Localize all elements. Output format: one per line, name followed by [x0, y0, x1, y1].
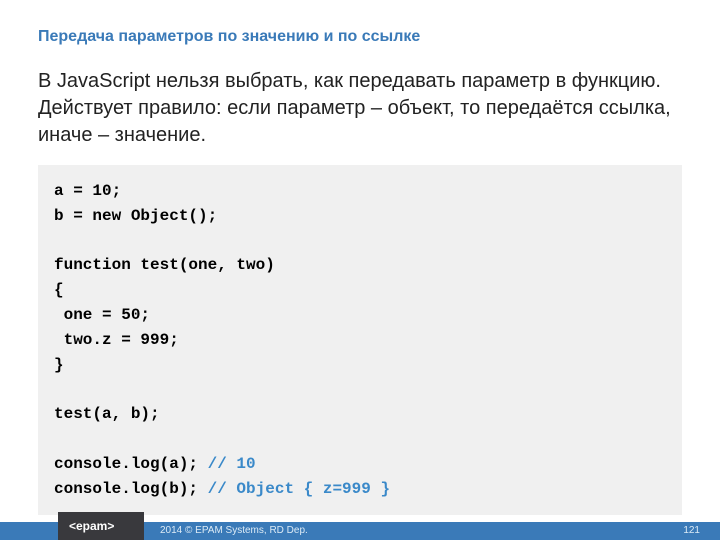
- epam-logo: <epam>: [58, 512, 144, 540]
- code-line: one = 50;: [54, 306, 150, 324]
- epam-logo-icon: <epam>: [66, 518, 136, 534]
- code-line: two.z = 999;: [54, 331, 179, 349]
- code-comment: // 10: [208, 455, 256, 473]
- footer-copyright: 2014 © EPAM Systems, RD Dep.: [160, 522, 308, 540]
- page-number: 121: [683, 522, 700, 540]
- body-paragraph: В JavaScript нельзя выбрать, как передав…: [38, 68, 682, 149]
- code-line: }: [54, 356, 64, 374]
- slide-title: Передача параметров по значению и по ссы…: [38, 28, 682, 46]
- svg-text:<epam>: <epam>: [69, 519, 114, 533]
- code-line: function test(one, two): [54, 256, 275, 274]
- code-line: b = new Object();: [54, 207, 217, 225]
- code-line: console.log(a);: [54, 455, 208, 473]
- code-line: {: [54, 281, 64, 299]
- code-line: console.log(b);: [54, 480, 208, 498]
- footer: <epam> 2014 © EPAM Systems, RD Dep. 121: [0, 510, 720, 540]
- code-line: test(a, b);: [54, 405, 160, 423]
- slide: Передача параметров по значению и по ссы…: [0, 0, 720, 540]
- code-block: a = 10; b = new Object(); function test(…: [38, 165, 682, 515]
- code-comment: // Object { z=999 }: [208, 480, 390, 498]
- code-line: a = 10;: [54, 182, 121, 200]
